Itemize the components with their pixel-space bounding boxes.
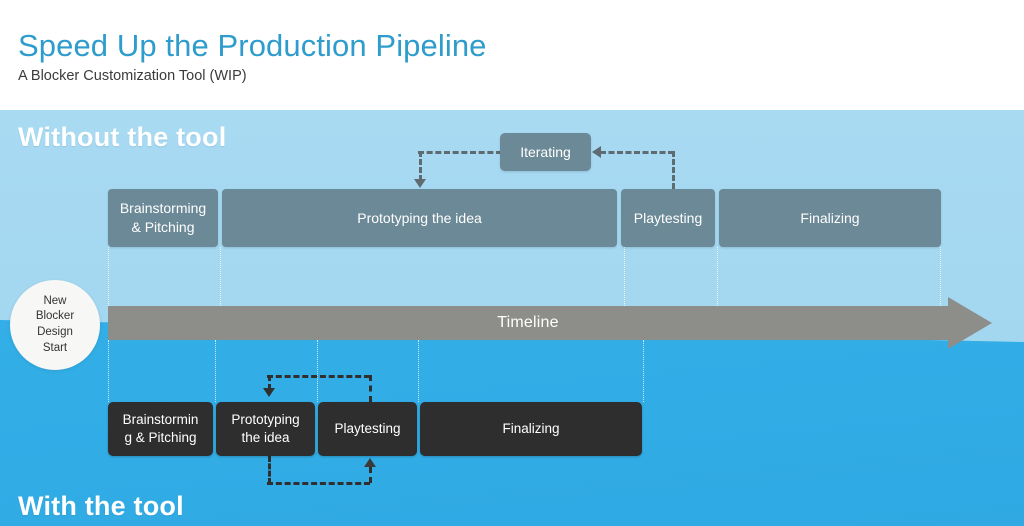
phase-label-line2: g & Pitching [124, 430, 197, 445]
with-tool-lower-loop-segment [267, 482, 370, 485]
section-label-with-tool: With the tool [18, 491, 184, 521]
start-marker-line1: New [43, 294, 67, 307]
phase-with-finalizing[interactable]: Finalizing [420, 402, 642, 456]
phase-label-line1: Brainstorming [119, 200, 207, 217]
with-tool-lower-loop-arrowhead-up [364, 458, 376, 467]
new-blocker-design-start-marker: New Blocker Design Start [10, 280, 100, 370]
start-marker-line3: Design [37, 326, 73, 338]
phase-label: Prototyping the idea [357, 209, 482, 226]
phase-label-line1: Prototyping [231, 411, 300, 427]
phase-label-line2: the idea [241, 430, 290, 445]
start-marker-label: New Blocker Design Start [36, 294, 74, 356]
phase-without-brainstorming[interactable]: Brainstorming & Pitching [108, 189, 218, 247]
with-tool-lower-loop-left-drop [268, 456, 271, 484]
iterating-box[interactable]: Iterating [500, 133, 591, 171]
iterating-loop-arrowhead-left [592, 146, 601, 158]
guide-line [108, 340, 109, 402]
timeline: Timeline [108, 297, 992, 349]
slide: Speed Up the Production Pipeline A Block… [0, 0, 1024, 526]
page-subtitle: A Blocker Customization Tool (WIP) [18, 68, 247, 84]
diagram-stage: Without the tool With the tool Iterating… [0, 110, 1024, 526]
phase-with-prototyping[interactable]: Prototyping the idea [216, 402, 315, 456]
guide-line [418, 340, 419, 402]
phase-label: Playtesting [633, 209, 703, 226]
phase-without-prototyping[interactable]: Prototyping the idea [222, 189, 617, 247]
slide-header: Speed Up the Production Pipeline A Block… [0, 0, 1024, 110]
section-label-without-tool: Without the tool [18, 122, 227, 152]
phase-label: Brainstorming & Pitching [120, 199, 206, 237]
iterating-loop-arrowhead-down [414, 179, 426, 188]
phase-label: Prototyping the idea [231, 411, 299, 447]
with-tool-upper-loop-segment [267, 375, 370, 378]
phase-label: Playtesting [334, 420, 401, 436]
phase-without-playtesting[interactable]: Playtesting [621, 189, 715, 247]
guide-line [317, 340, 318, 402]
iterating-loop-left-segment [418, 151, 502, 154]
guide-line [643, 340, 644, 402]
iterating-loop-left-drop [419, 151, 422, 181]
phase-label-line1: Brainstormin [122, 411, 199, 427]
page-title: Speed Up the Production Pipeline [18, 28, 487, 63]
with-tool-upper-loop-right-riser [369, 375, 372, 402]
start-marker-line4: Start [42, 341, 68, 354]
phase-label: Finalizing [502, 420, 560, 436]
phase-with-playtesting[interactable]: Playtesting [318, 402, 417, 456]
iterating-label: Iterating [520, 144, 571, 160]
with-tool-upper-loop-arrowhead-down [263, 388, 275, 397]
timeline-label: Timeline [497, 314, 559, 331]
start-marker-line2: Blocker [35, 310, 75, 323]
phase-without-finalizing[interactable]: Finalizing [719, 189, 941, 247]
timeline-arrowhead-icon [948, 297, 992, 349]
phase-label-line2: & Pitching [131, 219, 195, 235]
iterating-loop-right-segment [600, 151, 674, 154]
phase-label: Finalizing [800, 209, 860, 226]
phase-with-brainstorming[interactable]: Brainstormin g & Pitching [108, 402, 213, 456]
guide-line [215, 340, 216, 402]
phase-label: Brainstormin g & Pitching [123, 411, 199, 447]
iterating-loop-right-riser [672, 151, 675, 189]
with-tool-lower-loop-right-riser [369, 467, 372, 483]
